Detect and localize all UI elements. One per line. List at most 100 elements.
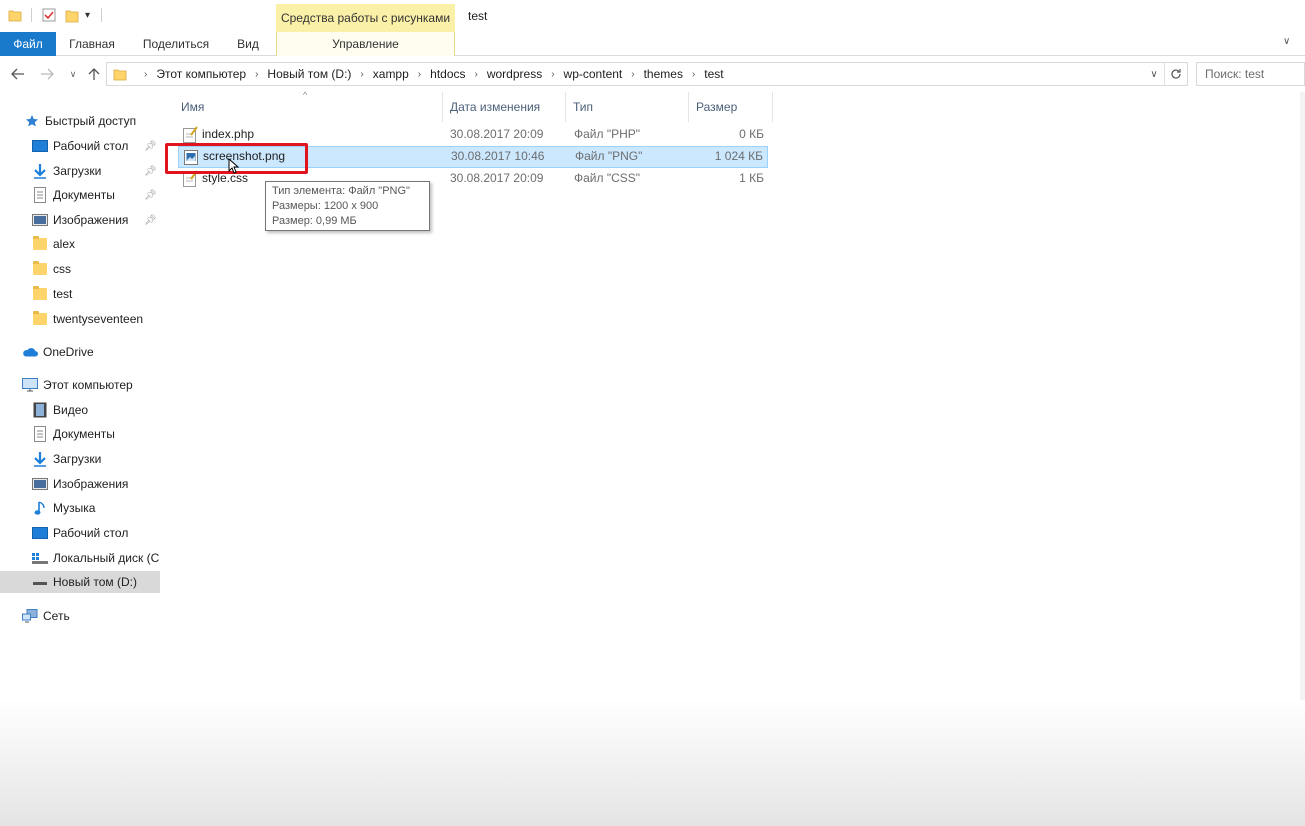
- column-header-name[interactable]: Имя: [181, 96, 204, 118]
- sidebar-item-label: Документы: [53, 427, 115, 441]
- file-type: Файл "CSS": [574, 171, 641, 185]
- back-arrow-icon[interactable]: [9, 66, 27, 82]
- desktop-icon: [32, 525, 48, 541]
- folder-icon: [32, 311, 48, 327]
- breadcrumb-item[interactable]: test: [700, 67, 727, 81]
- up-arrow-icon[interactable]: [85, 66, 103, 82]
- windows-drive-icon: [32, 550, 48, 566]
- sidebar-item-pictures[interactable]: Изображения 📌︎: [0, 209, 160, 231]
- toolbar-divider: [101, 8, 102, 22]
- breadcrumb-chevron-icon[interactable]: ›: [546, 69, 559, 80]
- column-divider[interactable]: [442, 92, 443, 122]
- column-header-size[interactable]: Размер: [696, 96, 737, 118]
- tab-home[interactable]: Главная: [60, 32, 124, 56]
- sidebar-item-new-volume-d[interactable]: Новый том (D:): [0, 571, 160, 593]
- breadcrumb-chevron-icon[interactable]: ›: [355, 69, 368, 80]
- navigation-bar: ∨ › Этот компьютер › Новый том (D:) › xa…: [0, 56, 1305, 92]
- file-date: 30.08.2017 10:46: [451, 149, 545, 163]
- sidebar-item-label: Рабочий стол: [53, 526, 129, 540]
- column-divider[interactable]: [688, 92, 689, 122]
- breadcrumb-item[interactable]: wordpress: [483, 67, 546, 81]
- address-bar[interactable]: › Этот компьютер › Новый том (D:) › xamp…: [106, 62, 1188, 86]
- sidebar-item-downloads[interactable]: Загрузки 📌︎: [0, 160, 160, 182]
- sidebar-item-documents[interactable]: Документы 📌︎: [0, 184, 160, 206]
- breadcrumb-item[interactable]: Этот компьютер: [152, 67, 250, 81]
- sidebar-item-label: css: [53, 262, 71, 276]
- search-input[interactable]: Поиск: test: [1196, 62, 1305, 86]
- file-size: 0 КБ: [739, 127, 764, 141]
- sidebar-item-music[interactable]: Музыка: [0, 497, 160, 519]
- tab-share[interactable]: Поделиться: [136, 32, 216, 56]
- forward-arrow-icon[interactable]: [38, 66, 56, 82]
- breadcrumb-item[interactable]: themes: [640, 67, 687, 81]
- sidebar-item-desktop-pc[interactable]: Рабочий стол: [0, 522, 160, 544]
- breadcrumb: › Этот компьютер › Новый том (D:) › xamp…: [107, 63, 728, 85]
- scrollbar[interactable]: [1300, 92, 1305, 702]
- file-size: 1 КБ: [739, 171, 764, 185]
- document-icon: [32, 187, 48, 203]
- sidebar-item-quick-access[interactable]: Быстрый доступ: [0, 110, 160, 132]
- customize-toolbar-icon[interactable]: ▾: [85, 10, 90, 21]
- column-header-date[interactable]: Дата изменения: [450, 96, 540, 118]
- sidebar-item-label: Изображения: [53, 213, 129, 227]
- cloud-icon: [22, 344, 38, 360]
- sidebar-item-documents-pc[interactable]: Документы: [0, 423, 160, 445]
- breadcrumb-chevron-icon[interactable]: ›: [687, 69, 700, 80]
- expand-ribbon-icon[interactable]: ∨: [1283, 36, 1290, 47]
- sidebar-item-label: Сеть: [43, 609, 70, 623]
- new-folder-icon[interactable]: [65, 7, 79, 23]
- address-history-chevron-icon[interactable]: ∨: [1144, 69, 1164, 80]
- sidebar-item-test[interactable]: test: [0, 283, 160, 305]
- breadcrumb-chevron-icon[interactable]: ›: [139, 69, 152, 80]
- column-divider[interactable]: [772, 92, 773, 122]
- column-divider[interactable]: [565, 92, 566, 122]
- file-date: 30.08.2017 20:09: [450, 127, 544, 141]
- breadcrumb-chevron-icon[interactable]: ›: [626, 69, 639, 80]
- sidebar-item-label: Документы: [53, 188, 115, 202]
- properties-icon[interactable]: [41, 7, 57, 23]
- refresh-icon[interactable]: [1165, 68, 1187, 80]
- sidebar-item-alex[interactable]: alex: [0, 233, 160, 255]
- folder-icon[interactable]: [8, 8, 22, 22]
- file-type: Файл "PNG": [575, 149, 643, 163]
- sidebar-item-this-pc[interactable]: Этот компьютер: [0, 374, 160, 396]
- sidebar-item-videos[interactable]: Видео: [0, 399, 160, 421]
- pin-icon[interactable]: 📌︎: [144, 190, 157, 201]
- sidebar-item-label: twentyseventeen: [53, 312, 144, 326]
- sidebar-item-network[interactable]: Сеть: [0, 605, 160, 627]
- breadcrumb-item[interactable]: htdocs: [426, 67, 469, 81]
- tab-view[interactable]: Вид: [228, 32, 268, 56]
- pin-icon[interactable]: 📌︎: [144, 166, 157, 177]
- folder-icon: [32, 261, 48, 277]
- sidebar-item-label: Музыка: [53, 501, 96, 515]
- sidebar-item-twentyseventeen[interactable]: twentyseventeen: [0, 308, 160, 330]
- breadcrumb-chevron-icon[interactable]: ›: [250, 69, 263, 80]
- sidebar-item-desktop[interactable]: Рабочий стол 📌︎: [0, 135, 160, 157]
- breadcrumb-item[interactable]: xampp: [369, 67, 413, 81]
- breadcrumb-item[interactable]: Новый том (D:): [263, 67, 355, 81]
- sidebar-item-css[interactable]: css: [0, 258, 160, 280]
- breadcrumb-chevron-icon[interactable]: ›: [413, 69, 426, 80]
- tab-manage[interactable]: Управление: [276, 32, 455, 56]
- sidebar-item-downloads-pc[interactable]: Загрузки: [0, 448, 160, 470]
- file-size: 1 024 КБ: [714, 149, 763, 163]
- sidebar-item-local-disk-c[interactable]: Локальный диск (C: [0, 547, 160, 569]
- download-arrow-icon: [32, 163, 48, 179]
- ribbon-tabs: Файл Главная Поделиться Вид Управление ∨: [0, 32, 1305, 56]
- pin-icon[interactable]: 📌︎: [144, 141, 157, 152]
- breadcrumb-item[interactable]: wp-content: [560, 67, 627, 81]
- recent-locations-chevron-icon[interactable]: ∨: [64, 66, 82, 82]
- sidebar-item-pictures-pc[interactable]: Изображения: [0, 473, 160, 495]
- sidebar-item-onedrive[interactable]: OneDrive: [0, 341, 160, 363]
- computer-icon: [22, 377, 38, 393]
- tab-file[interactable]: Файл: [0, 32, 56, 56]
- tooltip-file-size: Размер: 0,99 МБ: [272, 215, 357, 227]
- picture-tools-context-tab[interactable]: Средства работы с рисунками: [276, 4, 455, 32]
- file-name: index.php: [202, 127, 255, 141]
- column-header-type[interactable]: Тип: [573, 96, 593, 118]
- sidebar-item-label: Локальный диск (C: [53, 551, 160, 565]
- pictures-icon: [32, 476, 48, 492]
- sidebar-item-label: alex: [53, 237, 76, 251]
- pin-icon[interactable]: 📌︎: [144, 215, 157, 226]
- breadcrumb-chevron-icon[interactable]: ›: [470, 69, 483, 80]
